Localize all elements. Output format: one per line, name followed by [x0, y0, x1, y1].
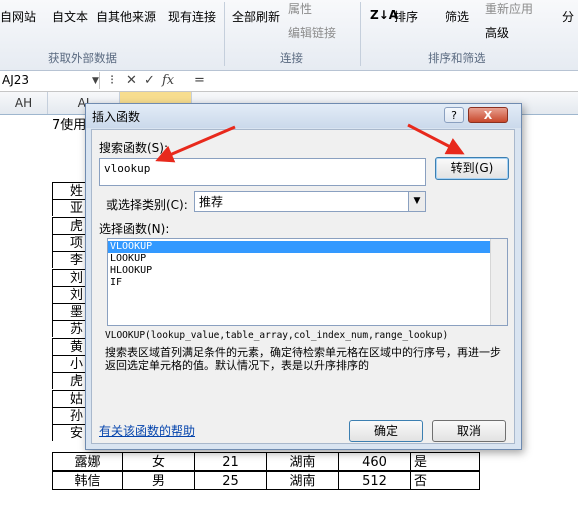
- arrow-to-search: [155, 125, 236, 163]
- arrow-to-goto: [407, 123, 465, 155]
- annotation-arrows: [155, 123, 465, 163]
